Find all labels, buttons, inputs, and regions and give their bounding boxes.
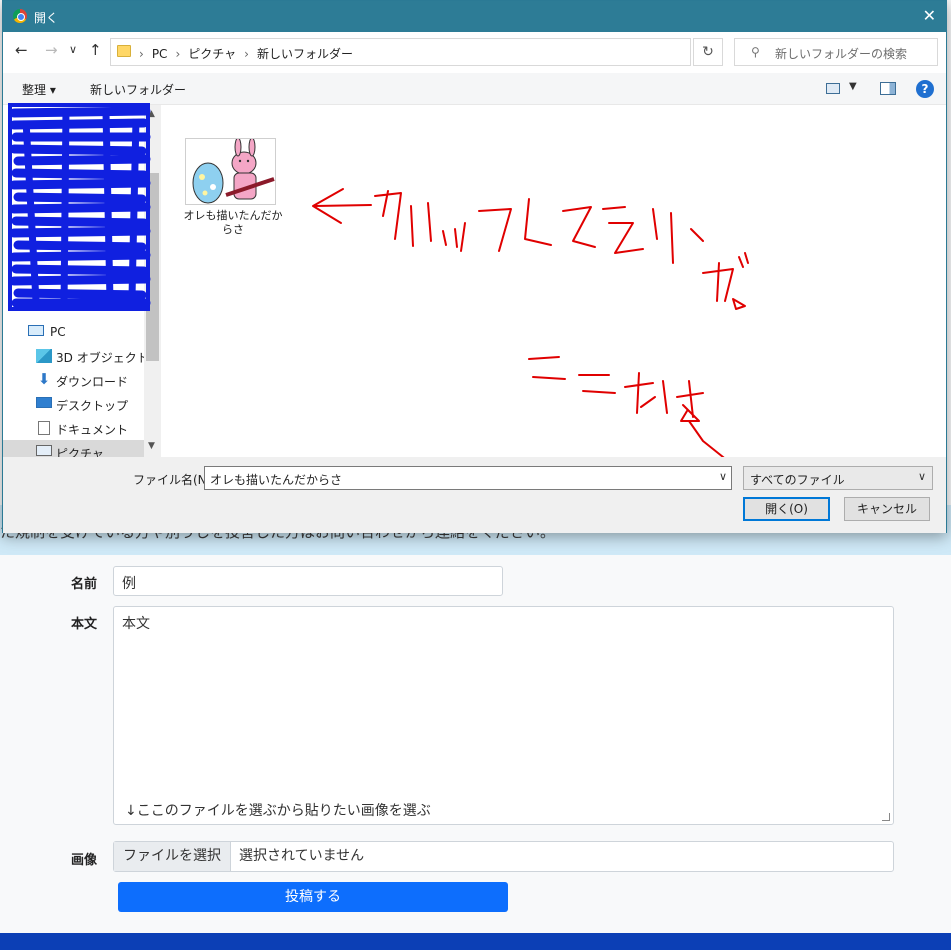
file-open-dialog: 開く ✕ ← → ∨ ↑ › PC › ピクチャ › 新しいフォルダー ∨ ↻ ⚲ 新しい… bbox=[2, 0, 947, 533]
search-icon: ⚲ bbox=[751, 45, 760, 59]
address-bar-row: ← → ∨ ↑ ›PC›ピクチャ›新しいフォルダー ∨ ↻ ⚲ 新しいフォルダー… bbox=[3, 32, 946, 73]
file-type-select[interactable]: すべてのファイル ∨ bbox=[743, 466, 933, 490]
filename-input[interactable]: オレも描いたんだからさ ∨ bbox=[204, 466, 732, 490]
preview-pane-icon[interactable] bbox=[880, 82, 896, 95]
nav-item-label: PC bbox=[50, 325, 66, 339]
3d-objects-icon bbox=[36, 349, 52, 363]
body-note-text: ↓ここのファイルを選ぶから貼りたい画像を選ぶ bbox=[125, 803, 431, 819]
page-footer bbox=[0, 933, 951, 950]
nav-item-label: ドキュメント bbox=[56, 423, 129, 437]
breadcrumb-new-folder[interactable]: 新しいフォルダー bbox=[257, 47, 353, 61]
nav-item-label: デスクトップ bbox=[56, 399, 129, 413]
pc-icon bbox=[28, 325, 44, 336]
file-name-caption[interactable]: オレも描いたんだか らさ bbox=[183, 209, 283, 237]
breadcrumb-separator-icon: › bbox=[244, 47, 249, 61]
file-status-text: 選択されていません bbox=[239, 848, 365, 864]
up-arrow-icon[interactable]: ↑ bbox=[89, 41, 102, 59]
file-name-line-2: らさ bbox=[222, 223, 244, 236]
nav-item-pictures[interactable]: ピクチャ bbox=[3, 440, 144, 457]
nav-item-label: ピクチャ bbox=[56, 447, 104, 457]
close-icon[interactable]: ✕ bbox=[923, 6, 936, 25]
name-input[interactable]: 例 bbox=[113, 566, 503, 596]
nav-item-desktop[interactable]: デスクトップ bbox=[3, 392, 144, 416]
scroll-down-icon[interactable]: ▼ bbox=[148, 441, 155, 451]
nav-item-downloads[interactable]: ⬇ ダウンロード bbox=[3, 368, 144, 392]
folder-icon bbox=[117, 45, 131, 57]
forward-arrow-icon[interactable]: → bbox=[45, 41, 58, 59]
body-text: 本文 bbox=[122, 616, 150, 632]
name-label: 名前 bbox=[71, 577, 98, 592]
chrome-icon bbox=[13, 9, 27, 23]
nav-item-label: ダウンロード bbox=[56, 375, 129, 389]
recent-locations-chevron-icon[interactable]: ∨ bbox=[69, 43, 77, 56]
refresh-icon[interactable]: ↻ bbox=[693, 38, 723, 66]
body-textarea[interactable]: 本文 bbox=[113, 606, 894, 825]
dialog-title: 開く bbox=[34, 11, 59, 25]
image-label: 画像 bbox=[71, 853, 98, 868]
desktop-icon bbox=[36, 397, 52, 408]
nav-item-documents[interactable]: ドキュメント bbox=[3, 416, 144, 440]
search-placeholder: 新しいフォルダーの検索 bbox=[775, 47, 908, 61]
breadcrumb-pictures[interactable]: ピクチャ bbox=[188, 47, 236, 61]
view-mode-icon[interactable] bbox=[826, 83, 840, 94]
dialog-titlebar[interactable]: 開く ✕ bbox=[3, 1, 946, 32]
submit-button[interactable]: 投稿する bbox=[118, 882, 508, 912]
breadcrumb-separator-icon: › bbox=[139, 47, 144, 61]
documents-icon bbox=[38, 421, 50, 435]
nav-item-label: 3D オブジェクト bbox=[56, 351, 149, 365]
filename-dropdown-icon[interactable]: ∨ bbox=[719, 470, 727, 483]
cancel-button[interactable]: キャンセル bbox=[844, 497, 930, 521]
file-type-value: すべてのファイル bbox=[750, 473, 845, 487]
breadcrumb-separator-icon: › bbox=[175, 47, 181, 61]
breadcrumb-pc[interactable]: PC bbox=[152, 47, 168, 61]
help-icon[interactable]: ? bbox=[916, 80, 934, 98]
search-input[interactable]: ⚲ 新しいフォルダーの検索 bbox=[734, 38, 938, 66]
file-list-area[interactable]: オレも描いたんだか らさ bbox=[161, 105, 946, 457]
view-dropdown-icon[interactable]: ▼ bbox=[849, 81, 857, 92]
download-icon: ⬇ bbox=[37, 370, 51, 388]
redaction-scribble bbox=[8, 103, 151, 311]
file-type-dropdown-icon[interactable]: ∨ bbox=[918, 470, 926, 483]
file-name-line-1: オレも描いたんだか bbox=[183, 209, 283, 222]
image-thumbnail[interactable] bbox=[185, 138, 276, 205]
address-bar[interactable]: ›PC›ピクチャ›新しいフォルダー ∨ bbox=[110, 38, 781, 66]
body-label: 本文 bbox=[71, 617, 98, 632]
filename-value: オレも描いたんだからさ bbox=[210, 473, 343, 487]
open-button[interactable]: 開く(O) bbox=[743, 497, 830, 521]
rabbit-drawing-icon bbox=[192, 139, 275, 204]
resize-grip-icon[interactable] bbox=[882, 813, 890, 821]
nav-item-pc[interactable]: PC bbox=[3, 320, 144, 344]
back-arrow-icon[interactable]: ← bbox=[15, 41, 28, 59]
breadcrumb: › PC › ピクチャ › 新しいフォルダー bbox=[139, 45, 353, 62]
dialog-footer: ファイル名(N): オレも描いたんだからさ ∨ すべてのファイル ∨ 開く(O)… bbox=[3, 457, 946, 533]
nav-item-3d-objects[interactable]: 3D オブジェクト bbox=[3, 344, 149, 368]
image-file-input[interactable]: ファイルを選択 選択されていません bbox=[113, 841, 894, 872]
new-folder-button[interactable]: 新しいフォルダー bbox=[90, 81, 186, 98]
pictures-icon bbox=[36, 445, 52, 456]
choose-file-button[interactable]: ファイルを選択 bbox=[114, 842, 231, 871]
organize-menu-button[interactable]: 整理 ▾ bbox=[22, 81, 56, 98]
